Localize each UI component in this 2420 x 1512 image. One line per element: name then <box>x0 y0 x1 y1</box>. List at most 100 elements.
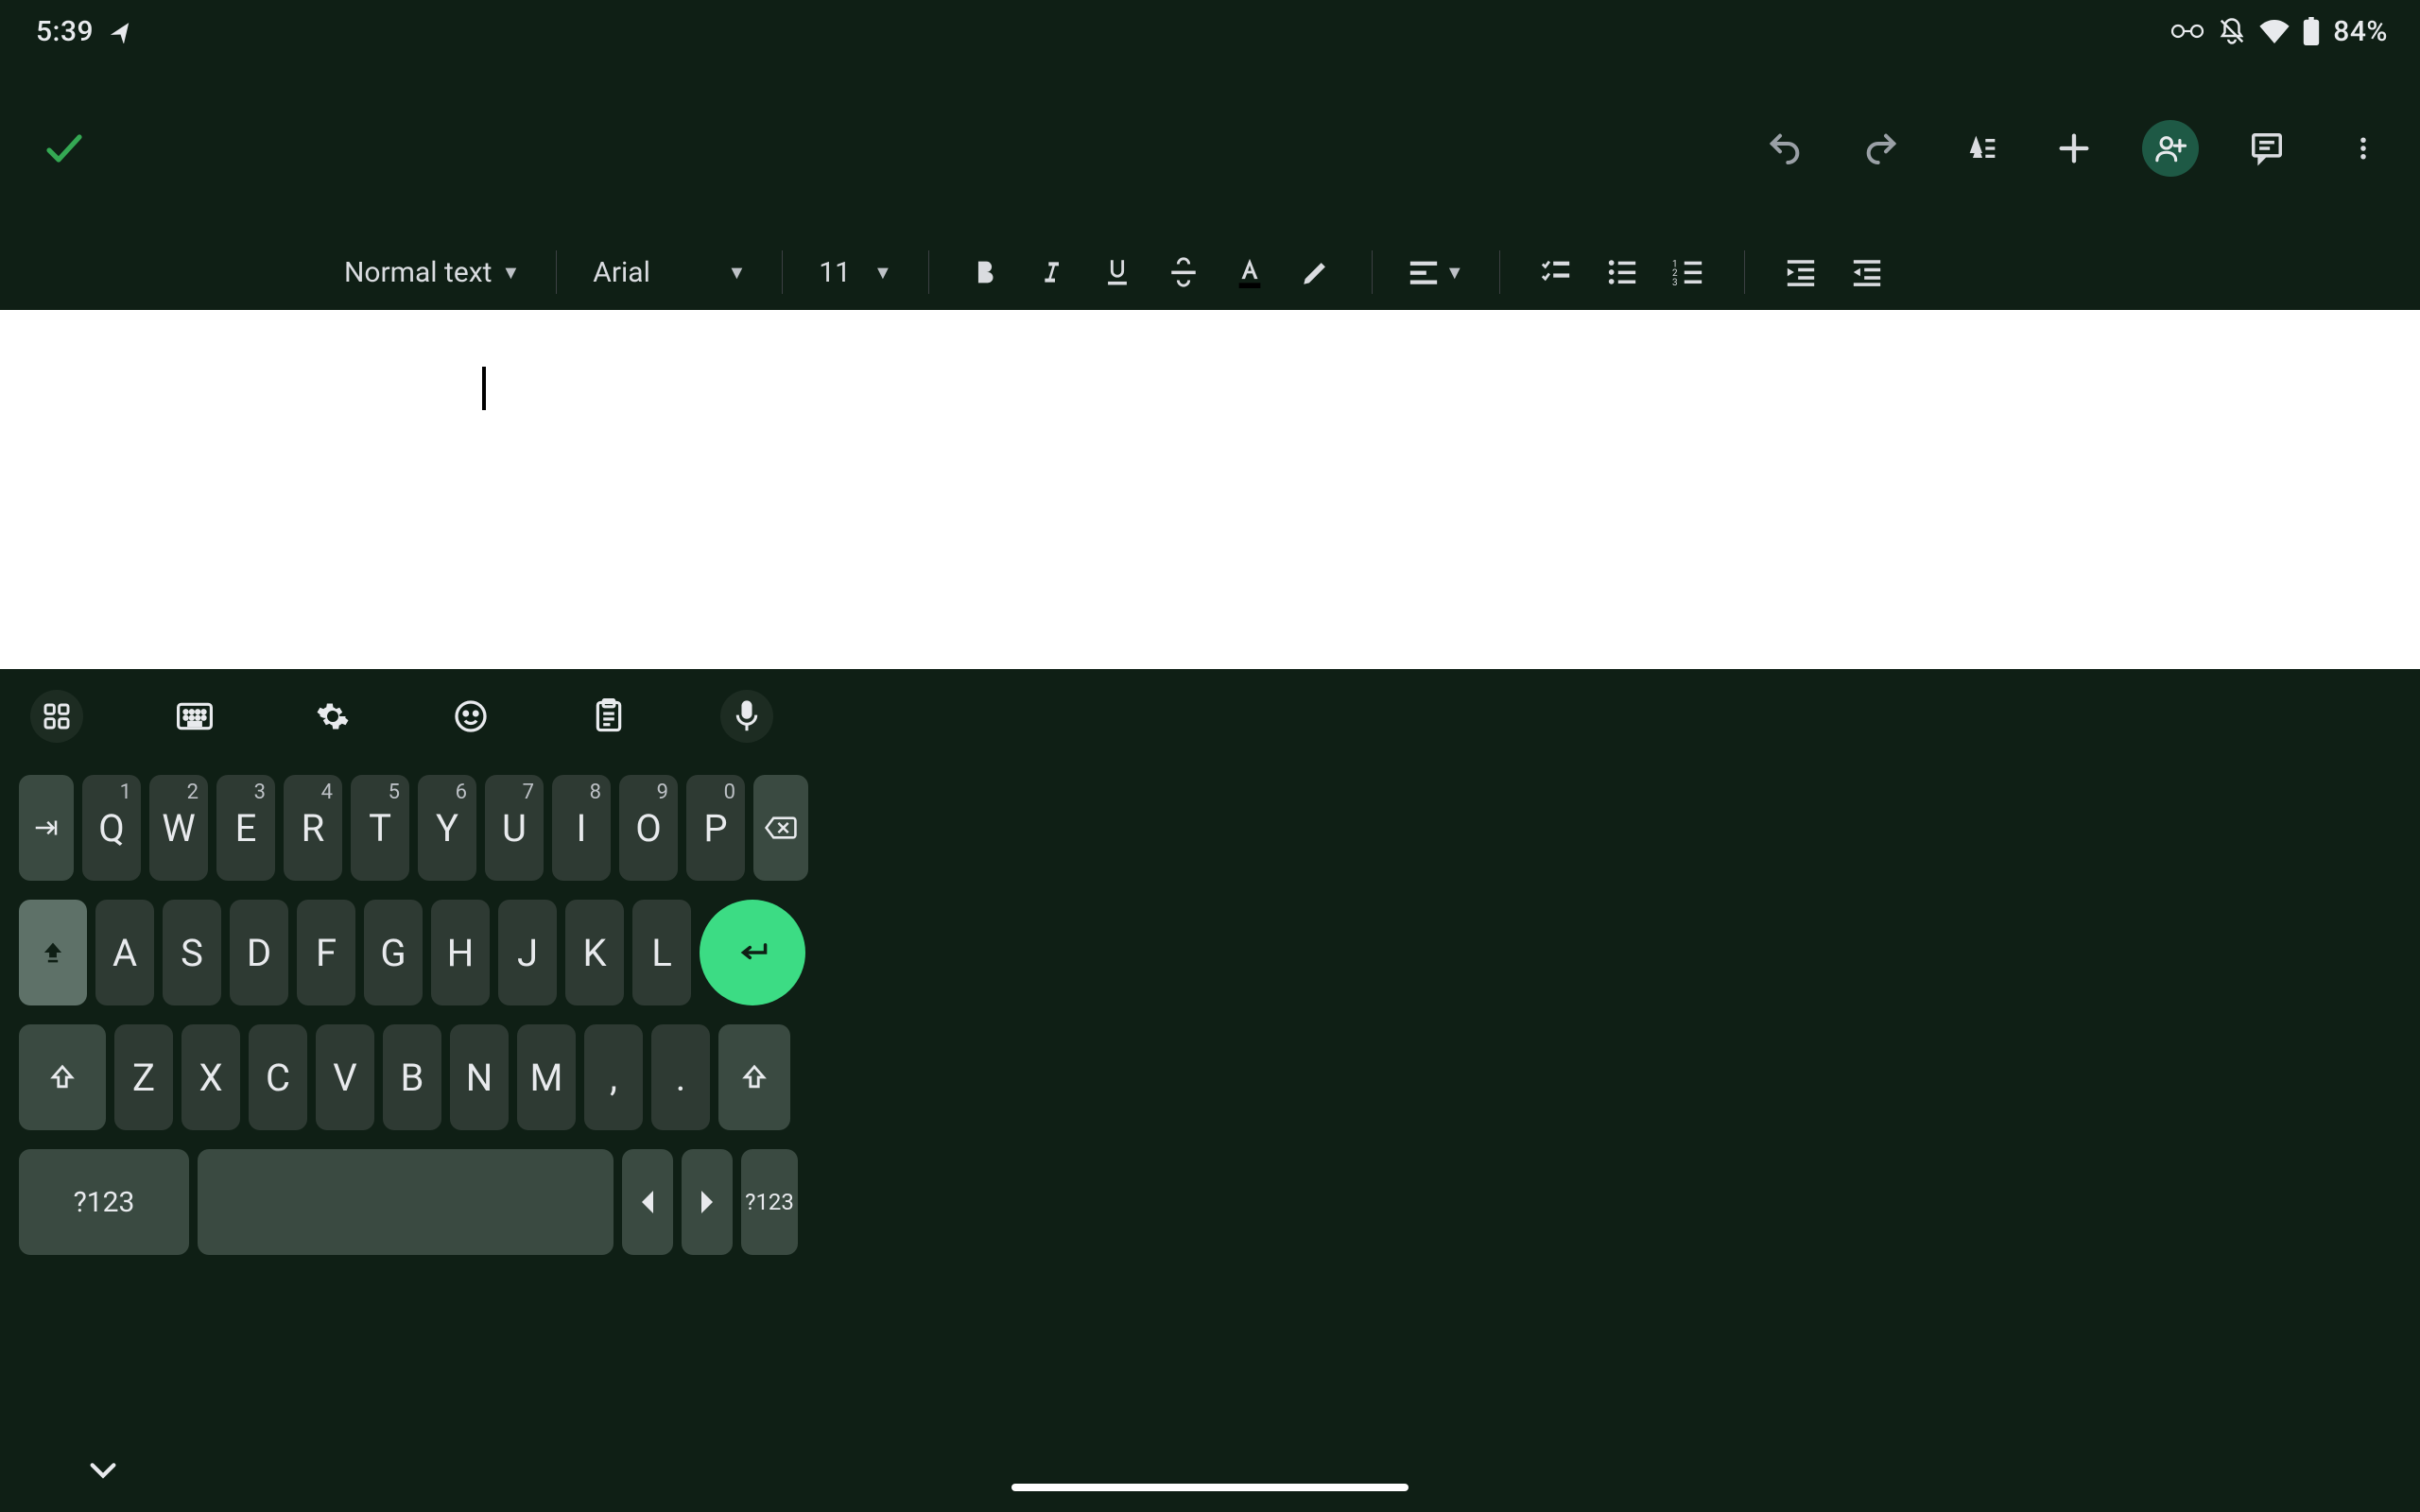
keyboard-layout-button[interactable] <box>168 690 221 743</box>
key-i[interactable]: I8 <box>552 775 611 881</box>
separator <box>1499 250 1500 294</box>
key-symbols-right[interactable]: ?123 <box>741 1149 798 1255</box>
document-canvas[interactable] <box>0 310 2420 669</box>
key-symbols-left-label: ?123 <box>74 1186 135 1219</box>
nav-handle[interactable] <box>1011 1484 1409 1491</box>
chevron-down-icon: ▼ <box>1445 261 1464 284</box>
keyboard-apps-button[interactable] <box>30 690 83 743</box>
key-symbols-right-label: ?123 <box>745 1189 794 1215</box>
key-c[interactable]: C <box>249 1024 307 1130</box>
increase-indent-button[interactable] <box>1834 234 1900 310</box>
more-options-button[interactable] <box>2335 120 2392 177</box>
key-f[interactable]: F <box>297 900 355 1005</box>
keyboard-settings-button[interactable] <box>306 690 359 743</box>
text-format-button[interactable] <box>1949 120 2006 177</box>
key-u[interactable]: U7 <box>485 775 544 881</box>
keyboard-mic-button[interactable] <box>720 690 773 743</box>
font-dropdown[interactable]: Arial ▼ <box>579 234 759 310</box>
key-arrow-left[interactable] <box>622 1149 673 1255</box>
key-tab[interactable] <box>19 775 74 881</box>
chevron-down-icon: ▼ <box>873 261 892 284</box>
separator <box>556 250 557 294</box>
chevron-down-icon: ▼ <box>727 261 746 284</box>
strikethrough-button[interactable] <box>1150 234 1217 310</box>
key-p[interactable]: P0 <box>686 775 745 881</box>
key-n[interactable]: N <box>450 1024 509 1130</box>
app-bar <box>0 62 2420 234</box>
confirm-button[interactable] <box>36 120 93 177</box>
separator <box>782 250 783 294</box>
keyboard-collapse-button[interactable] <box>87 1459 119 1486</box>
insert-button[interactable] <box>2046 120 2102 177</box>
key-m[interactable]: M <box>517 1024 576 1130</box>
key-r[interactable]: R4 <box>284 775 342 881</box>
bold-button[interactable] <box>952 234 1018 310</box>
dnd-icon <box>2218 17 2246 45</box>
comments-button[interactable] <box>2238 120 2295 177</box>
text-cursor <box>482 367 486 410</box>
keyboard-emoji-button[interactable] <box>444 690 497 743</box>
key-period[interactable]: . <box>651 1024 710 1130</box>
vpn-key-icon <box>2170 21 2204 42</box>
text-color-button[interactable] <box>1217 234 1283 310</box>
key-symbols-left[interactable]: ?123 <box>19 1149 189 1255</box>
key-space[interactable] <box>198 1149 614 1255</box>
key-x[interactable]: X <box>182 1024 240 1130</box>
key-shift-left[interactable] <box>19 1024 106 1130</box>
key-shift-right[interactable] <box>718 1024 790 1130</box>
decrease-indent-button[interactable] <box>1768 234 1834 310</box>
battery-icon <box>2303 17 2320 45</box>
numbered-list-button[interactable]: 123 <box>1655 234 1721 310</box>
location-icon <box>111 19 135 43</box>
font-size-label: 11 <box>819 256 851 289</box>
key-o[interactable]: O9 <box>619 775 678 881</box>
font-label: Arial <box>593 256 650 289</box>
virtual-keyboard: Q1W2E3R4T5Y6U7I8O9P0 ASDFGHJKL ZXCVBNM,. <box>0 669 2420 1512</box>
key-g[interactable]: G <box>364 900 423 1005</box>
key-w[interactable]: W2 <box>149 775 208 881</box>
share-button[interactable] <box>2142 120 2199 177</box>
font-size-dropdown[interactable]: 11 ▼ <box>805 234 906 310</box>
key-q[interactable]: Q1 <box>82 775 141 881</box>
keyboard-toolbar <box>15 669 773 764</box>
key-v[interactable]: V <box>316 1024 374 1130</box>
keyboard-keys: Q1W2E3R4T5Y6U7I8O9P0 ASDFGHJKL ZXCVBNM,. <box>19 775 811 1274</box>
checklist-button[interactable] <box>1523 234 1589 310</box>
separator <box>928 250 929 294</box>
key-arrow-right[interactable] <box>682 1149 733 1255</box>
key-b[interactable]: B <box>383 1024 441 1130</box>
redo-button[interactable] <box>1853 120 1910 177</box>
key-s[interactable]: S <box>163 900 221 1005</box>
key-z[interactable]: Z <box>114 1024 173 1130</box>
key-enter[interactable] <box>700 900 805 1005</box>
key-comma[interactable]: , <box>584 1024 643 1130</box>
paragraph-style-label: Normal text <box>344 256 492 289</box>
wifi-icon <box>2259 19 2290 43</box>
key-j[interactable]: J <box>498 900 557 1005</box>
align-dropdown[interactable]: ▼ <box>1395 234 1477 310</box>
status-bar: 5:39 84% <box>0 0 2420 62</box>
format-toolbar: Normal text ▼ Arial ▼ 11 ▼ ▼ 123 <box>0 234 2420 310</box>
key-l[interactable]: L <box>632 900 691 1005</box>
chevron-down-icon: ▼ <box>501 261 520 284</box>
undo-button[interactable] <box>1756 120 1813 177</box>
separator <box>1744 250 1745 294</box>
key-d[interactable]: D <box>230 900 288 1005</box>
separator <box>1372 250 1373 294</box>
battery-percent: 84% <box>2333 15 2388 48</box>
key-backspace[interactable] <box>753 775 808 881</box>
key-k[interactable]: K <box>565 900 624 1005</box>
key-caps-lock[interactable] <box>19 900 87 1005</box>
keyboard-clipboard-button[interactable] <box>582 690 635 743</box>
key-y[interactable]: Y6 <box>418 775 476 881</box>
key-a[interactable]: A <box>95 900 154 1005</box>
paragraph-style-dropdown[interactable]: Normal text ▼ <box>331 234 533 310</box>
highlight-button[interactable] <box>1283 234 1349 310</box>
key-t[interactable]: T5 <box>351 775 409 881</box>
bulleted-list-button[interactable] <box>1589 234 1655 310</box>
status-time: 5:39 <box>36 15 94 48</box>
key-h[interactable]: H <box>431 900 490 1005</box>
underline-button[interactable] <box>1084 234 1150 310</box>
italic-button[interactable] <box>1018 234 1084 310</box>
key-e[interactable]: E3 <box>216 775 275 881</box>
